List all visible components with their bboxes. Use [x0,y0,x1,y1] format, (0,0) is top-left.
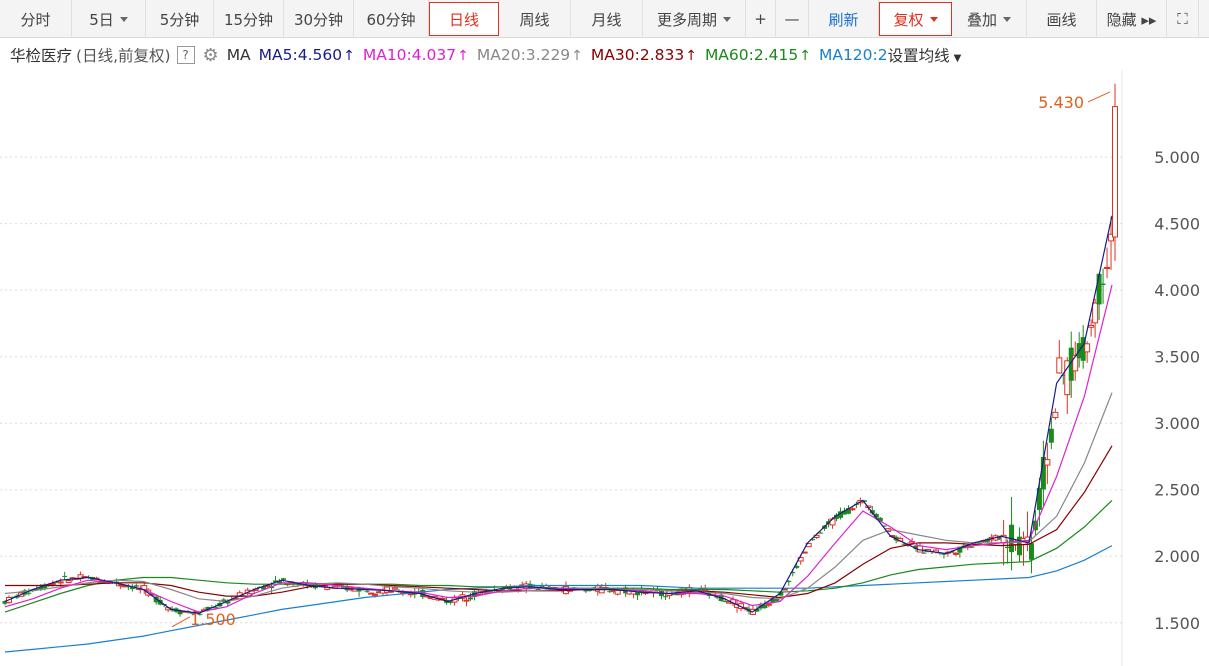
stock-name: 华检医疗 [10,47,73,65]
candle-body [1092,302,1099,324]
ma120-line [4,545,1113,653]
candle-body [372,593,378,596]
candle-body [1104,266,1111,269]
tab-weekly[interactable]: 周线 [499,0,571,38]
hide-button[interactable]: 隐藏 ▸▸ [1097,0,1167,38]
candle-body [57,581,64,584]
adjust-dropdown[interactable]: 复权 [879,2,952,36]
ma120-value: MA120:2 [818,46,888,64]
help-icon[interactable]: ? [176,46,195,64]
candle-body [1048,428,1054,443]
price-tick-label: 4.000 [1154,281,1200,300]
overlay-dropdown[interactable]: 叠加 [952,0,1027,38]
tab-15min[interactable]: 15分钟 [214,0,284,38]
low-arrow [171,616,191,628]
low-price-annotation: 1.500 [190,610,236,629]
ma60-value: MA60:2.415↑ [704,46,811,64]
candle-body [1112,106,1118,238]
tab-5day[interactable]: 5日 [72,0,146,38]
candle-body [1096,273,1102,305]
high-price-annotation: 5.430 [1038,93,1084,112]
gear-icon[interactable]: ⚙ [203,45,219,66]
ma5-line [4,215,1113,615]
candle-body [662,596,668,598]
price-tick-label: 4.500 [1154,215,1200,234]
candle-body [1044,459,1051,466]
tab-5min[interactable]: 5分钟 [146,0,214,38]
refresh-button[interactable]: 刷新 [809,0,879,38]
price-tick-label: 2.000 [1154,547,1200,566]
candle-body [1052,411,1059,419]
price-tick-label: 1.500 [1154,614,1200,633]
candle-body [391,587,398,590]
candle-body [849,508,856,511]
zoom-out-button[interactable]: — [776,0,809,38]
candle-body [765,603,772,606]
zoom-in-button[interactable]: + [746,0,776,38]
period-toolbar: 分时 5日 5分钟 15分钟 30分钟 60分钟 日线 周线 月线 更多周期 + — 刷新 复权 叠加 画线隐… [0,0,1209,38]
candle-body [26,592,32,594]
tab-intraday[interactable]: 分时 [0,0,72,38]
candle-body [921,552,927,554]
candle-body [969,546,975,548]
tab-daily[interactable]: 日线 [429,2,499,36]
ma30-line [5,445,1113,599]
price-tick-label: 2.500 [1154,481,1200,500]
fullscreen-button[interactable]: ⛶ [1167,0,1199,38]
ma-label: MA [226,46,251,64]
candle-body [467,597,473,600]
high-arrow [1087,91,1111,103]
candle-body [364,590,370,592]
price-tick-label: 5.000 [1154,148,1200,167]
candle-body [62,575,68,577]
ma5-value: MA5:4.560↑ [258,46,355,64]
candle-body [1056,357,1063,374]
candle-body [65,580,72,583]
tab-30min[interactable]: 30分钟 [284,0,354,38]
ma-settings-button[interactable]: 设置均线 ▼ [888,44,962,66]
ma30-value: MA30:2.833↑ [590,46,697,64]
ma10-value: MA10:4.037↑ [362,46,469,64]
ma-info-bar: 华检医疗 (日线,前复权) ? ⚙ MA MA5:4.560↑ MA10:4.0… [0,40,1209,70]
ma20-value: MA20:3.229↑ [476,46,583,64]
candle-body [1028,543,1034,560]
candle-body [463,599,470,602]
draw-line-button[interactable]: 画线 [1027,0,1097,38]
candle-body [1084,343,1091,353]
ma20-line [4,392,1113,603]
price-tick-label: 3.000 [1154,414,1200,433]
candle-body [952,552,959,555]
ma10-line [4,284,1113,613]
candle-body [1100,283,1106,285]
candle-body [614,589,621,595]
chart-mode: (日线,前复权) [76,47,171,65]
candle-body [781,588,788,591]
price-tick-label: 3.500 [1154,348,1200,367]
tab-60min[interactable]: 60分钟 [354,0,429,38]
tab-more-periods[interactable]: 更多周期 [643,0,746,38]
candle-body [133,585,139,587]
tab-monthly[interactable]: 月线 [571,0,643,38]
candlestick-chart[interactable]: 5.000 4.500 4.000 3.500 3.000 2.500 2.000 1.500… [0,70,1209,666]
candle-body [1088,324,1095,328]
